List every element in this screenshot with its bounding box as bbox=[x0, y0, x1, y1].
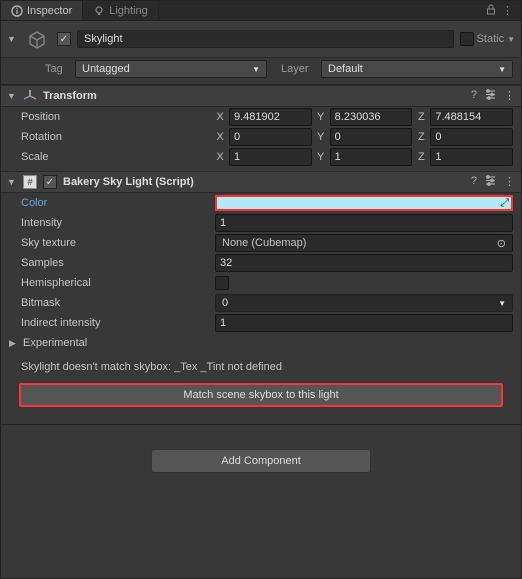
color-row: Color ⤢ bbox=[1, 193, 521, 213]
skytexture-field[interactable]: None (Cubemap) ⊙ bbox=[215, 234, 513, 252]
samples-label: Samples bbox=[21, 257, 211, 269]
scale-label: Scale bbox=[21, 151, 211, 163]
scale-z[interactable] bbox=[430, 148, 513, 166]
inspector-window: Inspector Lighting ⋮ ▼ ✓ Static ▼ Tag Un… bbox=[0, 0, 522, 579]
panel-controls: ⋮ bbox=[478, 1, 521, 20]
tab-lighting[interactable]: Lighting bbox=[83, 1, 159, 20]
scale-row: Scale X Y Z bbox=[1, 147, 521, 167]
indirect-label: Indirect intensity bbox=[21, 317, 211, 329]
tag-dropdown[interactable]: Untagged ▼ bbox=[75, 60, 267, 78]
intensity-row: Intensity bbox=[1, 213, 521, 233]
bitmask-dropdown[interactable]: 0 ▼ bbox=[215, 294, 513, 312]
transform-icon bbox=[23, 89, 37, 103]
rotation-z[interactable] bbox=[430, 128, 513, 146]
position-x[interactable] bbox=[229, 108, 312, 126]
dropdown-icon[interactable]: ▼ bbox=[507, 35, 515, 44]
position-z[interactable] bbox=[430, 108, 513, 126]
info-icon bbox=[11, 5, 23, 17]
chevron-down-icon: ▼ bbox=[498, 299, 506, 308]
scale-x[interactable] bbox=[229, 148, 312, 166]
hemispherical-row: Hemispherical bbox=[1, 273, 521, 293]
bitmask-value: 0 bbox=[222, 297, 228, 309]
layer-dropdown[interactable]: Default ▼ bbox=[321, 60, 513, 78]
menu-icon[interactable]: ⋮ bbox=[504, 175, 515, 189]
chevron-down-icon: ▼ bbox=[252, 65, 260, 74]
hemispherical-label: Hemispherical bbox=[21, 277, 211, 289]
foldout-icon[interactable]: ▼ bbox=[7, 34, 17, 44]
name-field[interactable] bbox=[77, 30, 454, 48]
tab-bar: Inspector Lighting ⋮ bbox=[1, 1, 521, 21]
rotation-label: Rotation bbox=[21, 131, 211, 143]
intensity-field[interactable] bbox=[215, 214, 513, 232]
add-component-button[interactable]: Add Component bbox=[151, 449, 371, 473]
warning-text: Skylight doesn't match skybox: _Tex _Tin… bbox=[1, 353, 521, 381]
hemispherical-checkbox[interactable] bbox=[215, 276, 229, 290]
skytexture-label: Sky texture bbox=[21, 237, 211, 249]
tag-layer-row: Tag Untagged ▼ Layer Default ▼ bbox=[1, 58, 521, 85]
position-row: Position X Y Z bbox=[1, 107, 521, 127]
z-label: Z bbox=[416, 111, 426, 123]
rotation-row: Rotation X Y Z bbox=[1, 127, 521, 147]
bitmask-row: Bitmask 0 ▼ bbox=[1, 293, 521, 313]
static-label: Static bbox=[477, 33, 505, 45]
object-picker-icon[interactable]: ⊙ bbox=[497, 237, 506, 250]
position-label: Position bbox=[21, 111, 211, 123]
layer-label: Layer bbox=[281, 63, 317, 75]
experimental-row[interactable]: ▶ Experimental bbox=[1, 333, 521, 353]
active-checkbox[interactable]: ✓ bbox=[57, 32, 71, 46]
tab-label: Lighting bbox=[109, 5, 148, 17]
tab-label: Inspector bbox=[27, 5, 72, 17]
static-toggle[interactable]: Static ▼ bbox=[460, 32, 515, 46]
intensity-label: Intensity bbox=[21, 217, 211, 229]
experimental-label: Experimental bbox=[23, 337, 213, 349]
bitmask-label: Bitmask bbox=[21, 297, 211, 309]
skylight-header[interactable]: ▼ # ✓ Bakery Sky Light (Script) ? ⋮ bbox=[1, 171, 521, 193]
tag-label: Tag bbox=[45, 63, 71, 75]
preset-icon[interactable] bbox=[485, 89, 496, 103]
separator bbox=[1, 419, 521, 425]
component-title: Transform bbox=[43, 90, 97, 102]
lock-icon[interactable] bbox=[486, 4, 496, 18]
rotation-x[interactable] bbox=[229, 128, 312, 146]
enable-checkbox[interactable]: ✓ bbox=[43, 175, 57, 189]
skylight-properties: Color ⤢ Intensity Sky texture None (Cube… bbox=[1, 193, 521, 419]
tab-inspector[interactable]: Inspector bbox=[1, 1, 83, 20]
foldout-icon[interactable]: ▼ bbox=[7, 177, 17, 187]
position-y[interactable] bbox=[330, 108, 413, 126]
color-field[interactable]: ⤢ bbox=[215, 195, 513, 211]
tag-value: Untagged bbox=[82, 63, 130, 75]
script-icon: # bbox=[23, 175, 37, 189]
help-icon[interactable]: ? bbox=[471, 175, 477, 189]
samples-field[interactable] bbox=[215, 254, 513, 272]
chevron-down-icon: ▼ bbox=[498, 65, 506, 74]
match-skybox-button[interactable]: Match scene skybox to this light bbox=[19, 383, 503, 407]
transform-properties: Position X Y Z Rotation X Y Z Scale X Y … bbox=[1, 107, 521, 171]
component-title: Bakery Sky Light (Script) bbox=[63, 176, 194, 188]
layer-value: Default bbox=[328, 63, 363, 75]
skytexture-row: Sky texture None (Cubemap) ⊙ bbox=[1, 233, 521, 253]
y-label: Y bbox=[316, 111, 326, 123]
gameobject-header: ▼ ✓ Static ▼ bbox=[1, 21, 521, 58]
gameobject-icon[interactable] bbox=[23, 25, 51, 53]
foldout-icon[interactable]: ▼ bbox=[7, 91, 17, 101]
static-checkbox[interactable] bbox=[460, 32, 474, 46]
preset-icon[interactable] bbox=[485, 175, 496, 189]
skytexture-value: None (Cubemap) bbox=[222, 237, 306, 249]
indirect-field[interactable] bbox=[215, 314, 513, 332]
x-label: X bbox=[215, 111, 225, 123]
scale-y[interactable] bbox=[330, 148, 413, 166]
rotation-y[interactable] bbox=[330, 128, 413, 146]
transform-header[interactable]: ▼ Transform ? ⋮ bbox=[1, 85, 521, 107]
lightbulb-icon bbox=[93, 5, 105, 17]
eyedropper-icon[interactable]: ⤢ bbox=[500, 197, 509, 210]
menu-icon[interactable]: ⋮ bbox=[502, 4, 513, 17]
color-label: Color bbox=[21, 197, 211, 209]
menu-icon[interactable]: ⋮ bbox=[504, 89, 515, 103]
samples-row: Samples bbox=[1, 253, 521, 273]
help-icon[interactable]: ? bbox=[471, 89, 477, 103]
indirect-row: Indirect intensity bbox=[1, 313, 521, 333]
foldout-icon[interactable]: ▶ bbox=[9, 338, 19, 349]
